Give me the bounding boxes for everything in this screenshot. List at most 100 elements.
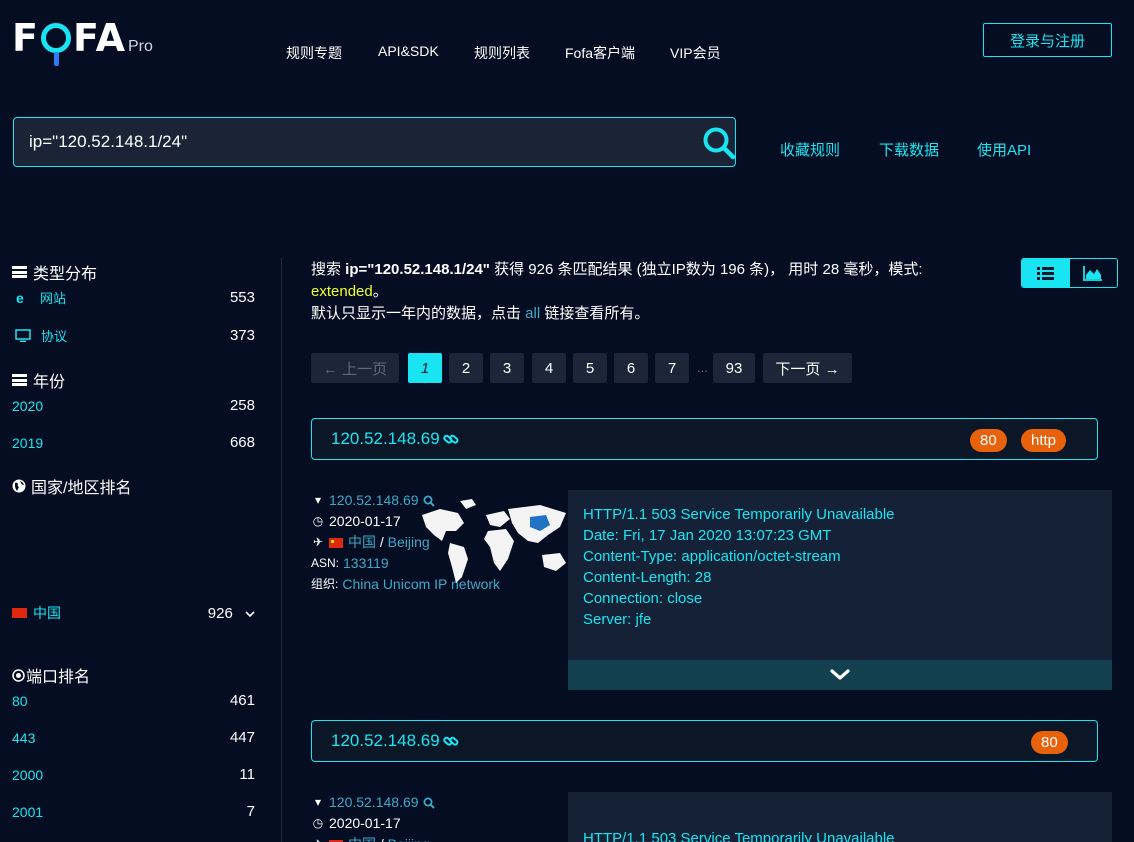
sidebar-item-count: 461 — [229, 692, 255, 709]
meta-ip-link[interactable]: 120.52.148.69 — [329, 490, 419, 511]
sidebar-item-count: 373 — [229, 327, 255, 344]
result-header: 120.52.148.69 80 http — [311, 418, 1098, 460]
sidebar-item-year-2019[interactable]: 2019 668 — [12, 434, 255, 451]
list-icon — [12, 266, 27, 278]
port-ranking-heading: 端口排名 — [12, 663, 90, 687]
nav-vip[interactable]: VIP会员 — [670, 43, 721, 63]
page-3-button[interactable]: 3 — [490, 353, 524, 383]
map-marker-icon: ▾ — [314, 493, 322, 507]
logo-letter-f: F — [12, 16, 39, 60]
page-1-button[interactable]: 1 — [408, 353, 442, 383]
clock-icon: ◷ — [312, 816, 324, 830]
response-banner: HTTP/1.1 503 Service Temporarily Unavail… — [568, 792, 1112, 842]
sidebar-item-label: 2001 — [12, 803, 44, 820]
search-box — [13, 117, 736, 167]
search-icon[interactable] — [702, 126, 736, 160]
sidebar-item-count: 258 — [229, 397, 255, 414]
ie-icon: e — [16, 289, 24, 306]
page-2-button[interactable]: 2 — [449, 353, 483, 383]
next-page-button[interactable]: 下一页 → — [763, 353, 852, 383]
search-mode: extended — [311, 283, 373, 300]
result-header: 120.52.148.69 80 — [311, 720, 1098, 762]
clock-icon: ◷ — [312, 514, 324, 528]
sidebar-item-port-443[interactable]: 443 447 — [12, 729, 255, 746]
login-register-button[interactable]: 登录与注册 — [983, 23, 1112, 57]
logo-letters-fa: FA — [72, 16, 126, 60]
sidebar-item-protocol[interactable]: 协议 373 — [12, 326, 255, 345]
sidebar-item-port-80[interactable]: 80 461 — [12, 692, 255, 709]
china-flag-icon — [12, 608, 27, 618]
port-tag[interactable]: 80 — [970, 429, 1007, 452]
sidebar-item-year-2020[interactable]: 2020 258 — [12, 397, 255, 414]
prev-page-button[interactable]: ← 上一页 — [311, 353, 399, 383]
view-toggle — [1021, 258, 1118, 288]
sidebar-item-website[interactable]: e 网站 553 — [12, 288, 255, 307]
nav-rules-list[interactable]: 规则列表 — [474, 43, 530, 63]
meta-city-link[interactable]: Beijing — [388, 834, 430, 842]
banner-line: HTTP/1.1 503 Service Temporarily Unavail… — [583, 830, 895, 842]
response-banner: HTTP/1.1 503 Service Temporarily Unavail… — [568, 490, 1112, 690]
show-all-link[interactable]: all — [525, 305, 540, 322]
link-icon[interactable] — [442, 734, 459, 748]
download-data-link[interactable]: 下载数据 — [879, 139, 939, 160]
page-5-button[interactable]: 5 — [573, 353, 607, 383]
result-ip-link[interactable]: 120.52.148.69 — [331, 429, 440, 449]
plane-icon: ✈ — [311, 834, 325, 842]
list-view-button[interactable] — [1022, 259, 1070, 287]
globe-icon — [12, 479, 26, 493]
banner-line: Server: jfe — [583, 611, 652, 628]
sidebar-item-count: 553 — [229, 289, 255, 306]
logo-pro: Pro — [128, 38, 153, 55]
list-icon — [12, 374, 27, 386]
page-6-button[interactable]: 6 — [614, 353, 648, 383]
chevron-down-icon — [830, 669, 850, 680]
banner-line: Content-Type: application/octet-stream — [583, 548, 841, 565]
chart-view-button[interactable] — [1070, 259, 1118, 287]
sidebar-item-count: 668 — [229, 434, 255, 451]
sidebar-item-country-china[interactable]: 中国 926 — [12, 603, 255, 623]
use-api-link[interactable]: 使用API — [977, 139, 1031, 160]
summary-query: ip="120.52.148.1/24" — [345, 261, 490, 278]
country-ranking-heading: 国家/地区排名 — [12, 474, 131, 498]
nav-api-sdk[interactable]: API&SDK — [378, 43, 439, 59]
magnifier-logo-icon — [40, 23, 71, 66]
asn-link[interactable]: 133119 — [343, 553, 389, 574]
org-label: 组织: — [311, 577, 339, 591]
banner-line: Content-Length: 28 — [583, 569, 712, 586]
page-93-button[interactable]: 93 — [713, 353, 755, 383]
nav-rules-topics[interactable]: 规则专题 — [286, 43, 342, 63]
protocol-tag[interactable]: http — [1021, 429, 1067, 452]
link-icon[interactable] — [442, 432, 459, 446]
result-ip-link[interactable]: 120.52.148.69 — [331, 731, 440, 751]
port-tag[interactable]: 80 — [1031, 731, 1068, 754]
meta-date: 2020-01-17 — [329, 513, 401, 529]
area-chart-icon — [1083, 265, 1103, 281]
target-icon — [12, 668, 25, 682]
meta-country-link[interactable]: 中国 — [348, 532, 376, 553]
banner-line: Date: Fri, 17 Jan 2020 13:07:23 GMT — [583, 527, 832, 544]
sidebar-item-label: 80 — [12, 692, 28, 709]
page-7-button[interactable]: 7 — [655, 353, 689, 383]
meta-ip-link[interactable]: 120.52.148.69 — [329, 792, 419, 813]
sidebar-divider — [281, 258, 282, 842]
search-input[interactable] — [14, 118, 674, 166]
sidebar-item-label: 中国 — [33, 605, 61, 621]
search-icon[interactable] — [423, 797, 435, 809]
page-ellipsis: ... — [697, 360, 708, 375]
meta-date: 2020-01-17 — [329, 815, 401, 831]
save-rule-link[interactable]: 收藏规则 — [780, 139, 840, 160]
sidebar-item-port-2000[interactable]: 2000 11 — [12, 766, 255, 783]
expand-banner-button[interactable] — [568, 660, 1112, 690]
meta-country-link[interactable]: 中国 — [348, 834, 376, 842]
plane-icon: ✈ — [312, 535, 324, 549]
year-heading: 年份 — [12, 368, 65, 392]
page-4-button[interactable]: 4 — [532, 353, 566, 383]
nav-fofa-client[interactable]: Fofa客户端 — [565, 43, 635, 63]
fofa-logo[interactable]: F FA — [12, 16, 126, 66]
sidebar-item-port-2001[interactable]: 2001 7 — [12, 803, 255, 820]
sidebar-item-count: 447 — [229, 729, 255, 746]
china-flag-icon — [329, 537, 343, 548]
chevron-down-icon[interactable] — [245, 610, 255, 618]
sidebar-item-count: 7 — [246, 803, 255, 820]
sidebar-item-count: 926 — [207, 604, 233, 622]
